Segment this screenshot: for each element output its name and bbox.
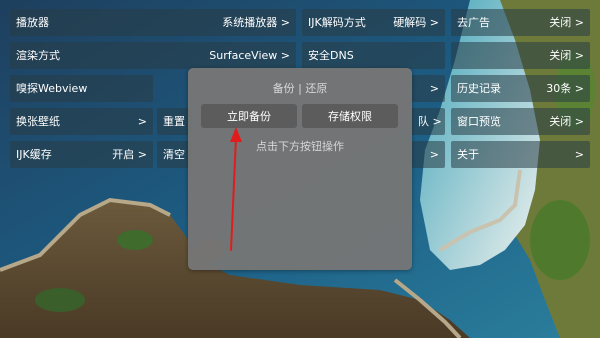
setting-reset-right[interactable]: 队 >	[408, 108, 445, 135]
setting-ijk-cache[interactable]: IJK缓存 开启 >	[10, 141, 153, 168]
setting-render[interactable]: 渲染方式 SurfaceView >	[10, 42, 296, 69]
setting-ads[interactable]: 去广告 关闭 >	[451, 9, 590, 36]
setting-preview-label: 窗口预览	[457, 116, 501, 127]
setting-render-label: 渲染方式	[16, 50, 60, 61]
setting-wallpaper-label: 换张壁纸	[16, 116, 60, 127]
setting-clear[interactable]: 清空	[157, 141, 192, 168]
setting-wallpaper-value: >	[137, 115, 147, 128]
setting-dns-toggle[interactable]: 关闭 >	[451, 42, 590, 69]
setting-clear-right[interactable]: >	[412, 141, 445, 168]
dialog-hint: 点击下方按钮操作	[256, 140, 344, 153]
backup-restore-dialog: 备份 | 还原 立即备份 存储权限 点击下方按钮操作	[188, 68, 412, 270]
setting-preview[interactable]: 窗口预览 关闭 >	[451, 108, 590, 135]
setting-clear-label: 清空	[163, 149, 185, 160]
setting-decoder-value: 硬解码 >	[393, 16, 439, 29]
setting-render-value: SurfaceView >	[209, 49, 290, 62]
setting-reset-label: 重置	[163, 116, 185, 127]
setting-clear-right-value: >	[429, 148, 439, 161]
setting-about-label: 关于	[457, 149, 479, 160]
storage-permission-button[interactable]: 存储权限	[302, 104, 398, 128]
setting-decoder-label: IJK解码方式	[308, 17, 366, 28]
setting-sniff-label: 嗅探Webview	[16, 83, 88, 94]
setting-history-value: 30条 >	[546, 82, 584, 95]
setting-ijk-cache-value: 开启 >	[112, 148, 147, 161]
setting-sniff-arrow[interactable]: >	[412, 75, 445, 102]
setting-ads-value: 关闭 >	[549, 16, 584, 29]
setting-dns-label: 安全DNS	[308, 50, 354, 61]
setting-sniff[interactable]: 嗅探Webview	[10, 75, 153, 102]
setting-reset-right-value: 队 >	[418, 115, 442, 128]
setting-dns[interactable]: 安全DNS	[302, 42, 445, 69]
setting-wallpaper[interactable]: 换张壁纸 >	[10, 108, 153, 135]
setting-ijk-cache-label: IJK缓存	[16, 149, 52, 160]
setting-ads-label: 去广告	[457, 17, 490, 28]
setting-history-label: 历史记录	[457, 83, 501, 94]
setting-decoder[interactable]: IJK解码方式 硬解码 >	[302, 9, 445, 36]
setting-about[interactable]: 关于 >	[451, 141, 590, 168]
setting-player-value: 系统播放器 >	[222, 16, 290, 29]
setting-preview-value: 关闭 >	[549, 115, 584, 128]
setting-reset[interactable]: 重置	[157, 108, 192, 135]
setting-player-label: 播放器	[16, 17, 49, 28]
backup-now-button[interactable]: 立即备份	[201, 104, 297, 128]
setting-player[interactable]: 播放器 系统播放器 >	[10, 9, 296, 36]
setting-history[interactable]: 历史记录 30条 >	[451, 75, 590, 102]
setting-dns-value: 关闭 >	[549, 49, 584, 62]
setting-sniff-value: >	[429, 82, 439, 95]
setting-about-value: >	[574, 148, 584, 161]
dialog-title: 备份 | 还原	[272, 82, 328, 95]
